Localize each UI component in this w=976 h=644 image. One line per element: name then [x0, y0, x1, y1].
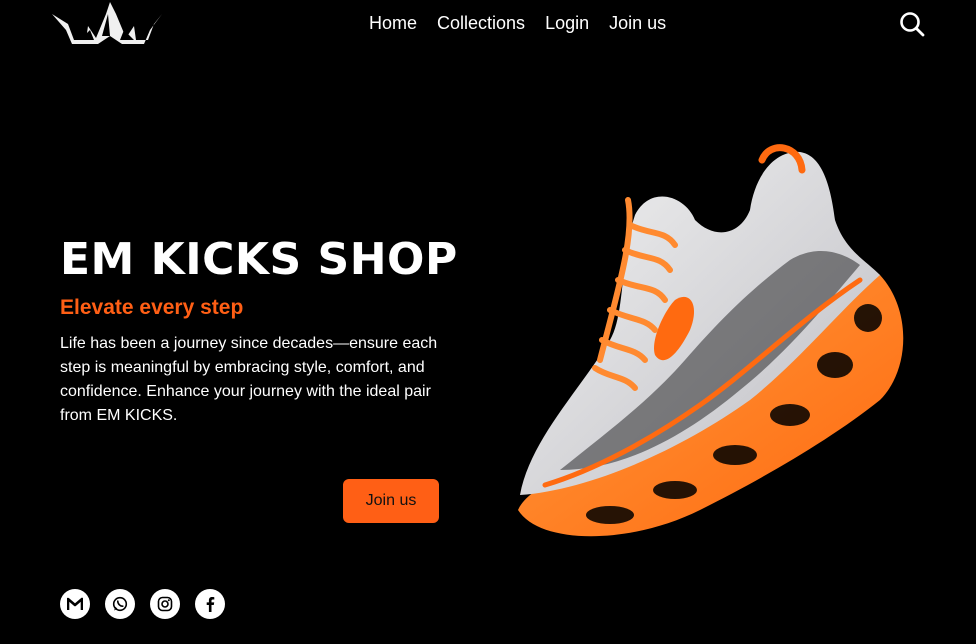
- top-navigation-bar: Home Collections Login Join us: [0, 0, 976, 48]
- whatsapp-glyph-icon: [112, 596, 128, 612]
- main-nav: Home Collections Login Join us: [369, 12, 666, 34]
- social-links: [60, 589, 225, 619]
- hero-description: Life has been a journey since decades—en…: [60, 335, 438, 424]
- hero-title: EM KICKS SHOP: [60, 234, 458, 285]
- nav-link-login[interactable]: Login: [545, 12, 589, 34]
- nav-link-home[interactable]: Home: [369, 12, 417, 34]
- facebook-icon[interactable]: [195, 589, 225, 619]
- hero-subtitle: Elevate every step: [60, 296, 244, 319]
- whatsapp-icon[interactable]: [105, 589, 135, 619]
- instagram-icon[interactable]: [150, 589, 180, 619]
- facebook-glyph-icon: [206, 597, 215, 612]
- gmail-glyph-icon: [67, 597, 83, 610]
- crown-logo-icon[interactable]: [50, 0, 164, 48]
- instagram-glyph-icon: [157, 596, 173, 612]
- nav-link-collections[interactable]: Collections: [437, 12, 525, 34]
- join-us-button[interactable]: Join us: [343, 479, 439, 523]
- nav-link-join-us[interactable]: Join us: [609, 12, 666, 34]
- gmail-icon[interactable]: [60, 589, 90, 619]
- search-icon[interactable]: [898, 10, 926, 38]
- sneaker-product-image: [518, 144, 904, 537]
